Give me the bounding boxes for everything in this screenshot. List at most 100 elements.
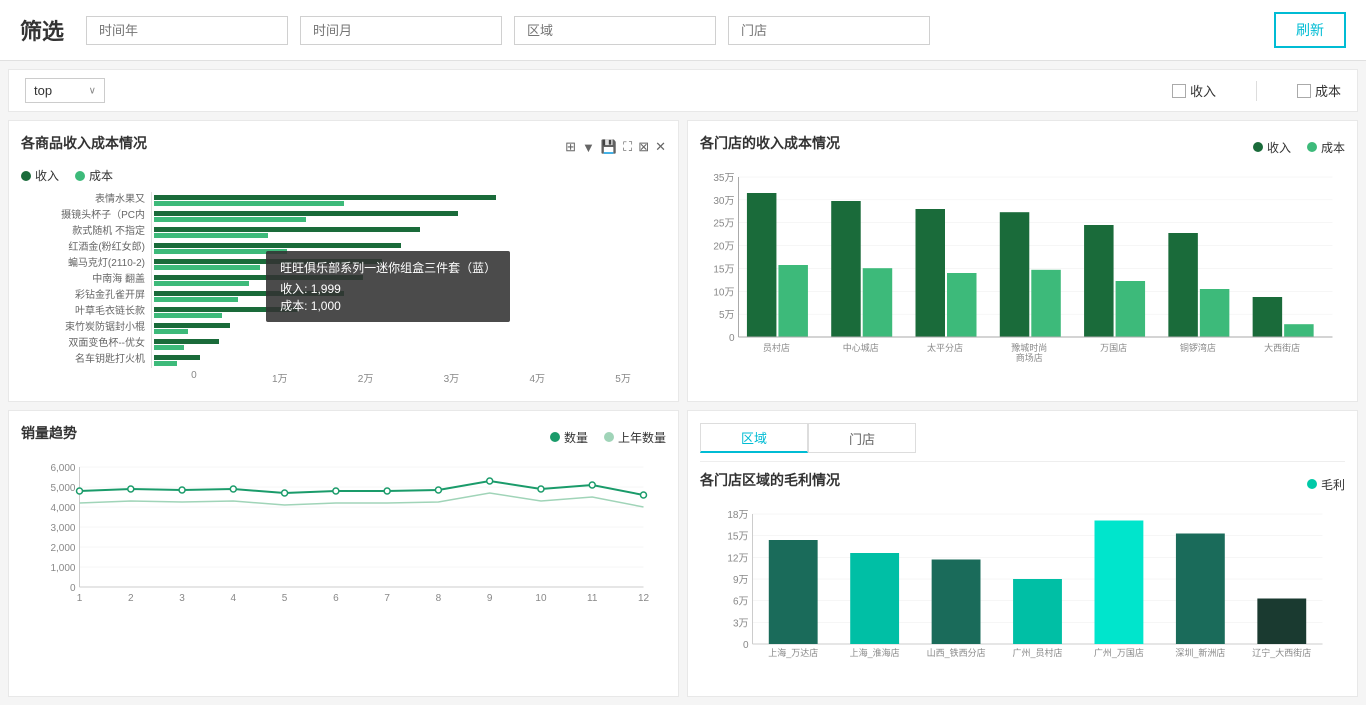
hbar-label: 款式随机 不指定 — [21, 224, 151, 240]
gross-x-label: 辽宁_大西街店 — [1252, 647, 1311, 658]
hbar-cost-bar — [154, 313, 222, 318]
legend-cost: 成本 — [75, 167, 113, 184]
y-label: 25万 — [713, 219, 734, 230]
filter-region[interactable] — [514, 16, 716, 45]
hbar-x-label: 2万 — [323, 370, 409, 385]
trend-chart: 01,0002,0003,0004,0005,0006,000123456789… — [21, 457, 666, 617]
current-dot — [435, 487, 441, 493]
panel-goods: 各商品收入成本情况 ⊞ ▼ 💾 ⛶ ⊠ ✕ 收入 成本 — [8, 120, 679, 402]
tab-region[interactable]: 区域 — [700, 423, 808, 453]
legend-income-dot — [21, 171, 31, 181]
refresh-button[interactable]: 刷新 — [1274, 12, 1346, 48]
gross-bar — [850, 553, 899, 644]
checkbox-cost-label: 成本 — [1315, 81, 1341, 100]
x-label: 2 — [128, 593, 134, 604]
toolbar-icon-4[interactable]: ⛶ — [623, 139, 632, 155]
y-label: 3万 — [733, 618, 749, 629]
filter-store[interactable] — [728, 16, 930, 45]
store-x-label: 万国店 — [1100, 342, 1127, 353]
y-label: 2,000 — [50, 543, 75, 554]
gross-x-label: 广州_万国店 — [1094, 647, 1144, 658]
trend-legend-qty: 数量 — [550, 429, 588, 446]
x-label: 1 — [77, 593, 83, 604]
checkbox-income-box[interactable] — [1172, 84, 1186, 98]
trend-title: 销量趋势 — [21, 423, 77, 443]
current-dot — [179, 487, 185, 493]
goods-title: 各商品收入成本情况 — [21, 133, 147, 153]
trend-legend-prev-dot — [604, 432, 614, 442]
store-x-label: 豫城时尚 — [1011, 342, 1047, 353]
filter-month[interactable] — [300, 16, 502, 45]
top-dropdown[interactable]: top — [25, 78, 105, 103]
tab-store[interactable]: 门店 — [808, 423, 916, 453]
toolbar-icon-6[interactable]: ✕ — [655, 139, 666, 155]
stores-legend-cost-dot — [1307, 142, 1317, 152]
store-bar-cost — [947, 273, 977, 337]
stores-legend-income-dot — [1253, 142, 1263, 152]
legend-income: 收入 — [21, 167, 59, 184]
trend-legend: 数量 上年数量 — [550, 429, 666, 446]
filter-year[interactable] — [86, 16, 288, 45]
hbar-cost-bar — [154, 201, 344, 206]
hbar-x-label: 5万 — [580, 370, 666, 385]
trend-legend-prev-label: 上年数量 — [618, 429, 666, 446]
hbar-row — [154, 192, 666, 208]
hbar-x-label: 3万 — [408, 370, 494, 385]
x-label: 7 — [384, 593, 390, 604]
checkbox-cost[interactable]: 成本 — [1297, 81, 1341, 100]
store-bar-cost — [1116, 281, 1146, 337]
hbar-label: 表情水果又 — [21, 192, 151, 208]
x-label: 8 — [436, 593, 442, 604]
hbar-chart: 表情水果又摄镜头杯子（PC内款式随机 不指定红酒金(粉红女郎)蝙马克灯(2110… — [21, 192, 666, 389]
hbar-income-bar — [154, 227, 420, 232]
y-label: 0 — [70, 583, 76, 594]
current-dot — [589, 482, 595, 488]
hbar-x-label: 0 — [151, 370, 237, 385]
bottom-grid: 销量趋势 数量 上年数量 01,0002,0003,0004,0005,0006… — [8, 410, 1358, 697]
current-dot — [282, 490, 288, 496]
y-label: 35万 — [713, 173, 734, 184]
hbar-cost-bar — [154, 361, 177, 366]
store-bar-income — [916, 209, 946, 337]
current-dot — [77, 488, 83, 494]
stores-legend-cost-label: 成本 — [1321, 139, 1345, 156]
hbar-cost-bar — [154, 329, 188, 334]
y-label: 1,000 — [50, 563, 75, 574]
hbar-row — [154, 304, 666, 320]
checkbox-income-label: 收入 — [1190, 81, 1216, 100]
panel-goods-header: 各商品收入成本情况 ⊞ ▼ 💾 ⛶ ⊠ ✕ — [21, 133, 666, 161]
legend-cost-dot — [75, 171, 85, 181]
goods-legend: 收入 成本 — [21, 167, 666, 184]
hbar-row — [154, 288, 666, 304]
toolbar-icon-3[interactable]: 💾 — [601, 139, 617, 155]
gross-x-label: 上海_万达店 — [768, 647, 818, 658]
checkbox-income[interactable]: 收入 — [1172, 81, 1216, 100]
hbar-label: 彩钻金孔雀开屏 — [21, 288, 151, 304]
gross-title: 各门店区域的毛利情况 — [700, 470, 840, 490]
hbar-cost-bar — [154, 345, 184, 350]
checkbox-cost-box[interactable] — [1297, 84, 1311, 98]
trend-legend-qty-label: 数量 — [564, 429, 588, 446]
region-store-header: 区域 门店 — [700, 423, 1345, 462]
gross-chart: 18万15万12万9万6万3万0上海_万达店上海_淮海店山西_铁西分店广州_员村… — [700, 504, 1345, 684]
hbar-label: 红酒金(粉红女郎) — [21, 240, 151, 256]
gross-bar — [769, 540, 818, 644]
hbar-label: 双面变色杯--优女 — [21, 336, 151, 352]
toolbar-icon-5[interactable]: ⊠ — [638, 139, 649, 155]
y-label: 12万 — [727, 553, 748, 564]
toolbar-icon-2[interactable]: ▼ — [582, 140, 595, 155]
stores-legend-income: 收入 — [1253, 139, 1291, 156]
panel-trend-header: 销量趋势 数量 上年数量 — [21, 423, 666, 451]
store-x-label: 中心城店 — [843, 342, 879, 353]
store-bar-cost — [1031, 270, 1061, 337]
store-x-label: 商场店 — [1016, 352, 1043, 363]
stores-legend-cost: 成本 — [1307, 139, 1345, 156]
store-bar-cost — [863, 268, 893, 337]
y-label: 15万 — [713, 264, 734, 275]
toolbar-icon-1[interactable]: ⊞ — [565, 139, 576, 155]
gross-x-label: 广州_员村店 — [1012, 647, 1062, 658]
hbar-x-label: 4万 — [494, 370, 580, 385]
hbar-row — [154, 320, 666, 336]
hbar-label: 名车钥匙打火机 — [21, 352, 151, 368]
current-dot — [641, 492, 647, 498]
